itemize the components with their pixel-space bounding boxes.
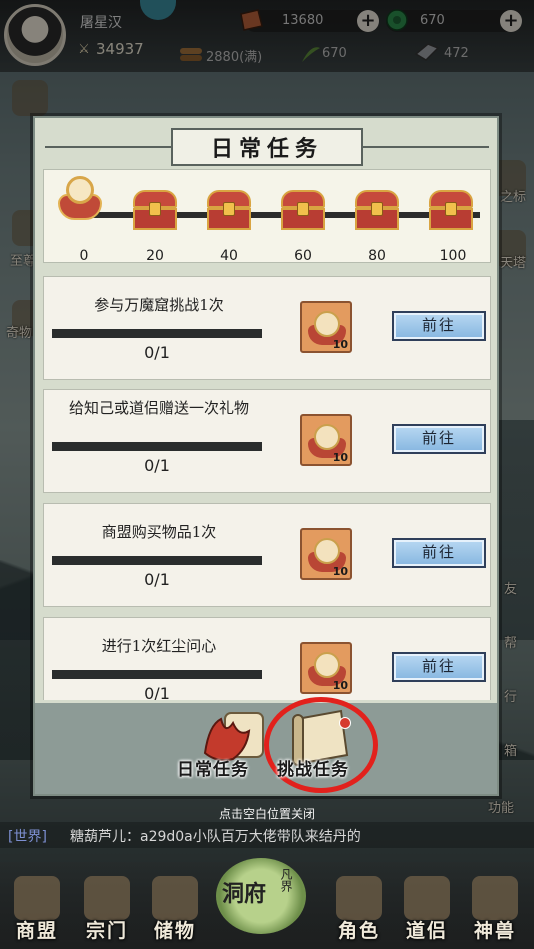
task-tab-bar: 日常任务 挑战任务 xyxy=(35,697,497,794)
nav-label: 神兽 xyxy=(473,920,516,942)
nav-shop[interactable]: 商盟 xyxy=(4,862,70,949)
title-rule-left xyxy=(45,146,171,148)
notification-dot xyxy=(339,717,351,729)
world-chat-bar[interactable]: [世界] 糖葫芦儿：a29d0a小队百万大佬带队来结丹的 xyxy=(0,822,534,848)
nav-partner[interactable]: 道侣 xyxy=(394,862,460,949)
task-name: 进行1次红尘问心 xyxy=(101,637,217,655)
go-button[interactable]: 前往 xyxy=(392,538,486,568)
reward-chest-icon[interactable] xyxy=(204,188,254,232)
reward-item[interactable]: 10 xyxy=(300,301,352,353)
task-row: 进行1次红尘问心 0/1 10 前往 xyxy=(43,617,491,700)
task-progress-bar xyxy=(52,670,262,679)
daily-task-dialog: 日常任务 0 20 40 60 80 100 参与万魔窟挑战1次 0/1 10 … xyxy=(33,116,499,796)
task-name: 商盟购买物品1次 xyxy=(101,523,217,541)
reward-count: 10 xyxy=(332,679,348,692)
title-rule-right xyxy=(363,146,489,148)
reward-chest-icon[interactable] xyxy=(426,188,476,232)
nav-label: 储物 xyxy=(153,920,196,942)
milestone-value: 20 xyxy=(146,248,164,264)
task-list[interactable]: 参与万魔窟挑战1次 0/1 10 前往 给知己或道侣赠送一次礼物 0/1 10 … xyxy=(43,276,491,700)
task-progress-bar xyxy=(52,556,262,565)
milestone-value: 80 xyxy=(368,248,386,264)
dialog-title: 日常任务 xyxy=(210,136,323,162)
nav-label: 商盟 xyxy=(15,920,58,942)
reward-chest-icon[interactable] xyxy=(352,188,402,232)
reward-count: 10 xyxy=(332,565,348,578)
task-row: 给知己或道侣赠送一次礼物 0/1 10 前往 xyxy=(43,389,491,493)
reward-count: 10 xyxy=(332,338,348,351)
task-progress-text: 0/1 xyxy=(144,570,170,589)
go-button[interactable]: 前往 xyxy=(392,652,486,682)
reward-chest-icon[interactable] xyxy=(130,188,180,232)
fox-icon xyxy=(472,876,518,920)
nav-label: 宗门 xyxy=(85,920,128,942)
nav-sect[interactable]: 宗门 xyxy=(74,862,140,949)
task-row: 商盟购买物品1次 0/1 10 前往 xyxy=(43,503,491,607)
task-row: 参与万魔窟挑战1次 0/1 10 前往 xyxy=(43,276,491,380)
nav-cave-label: 洞府 xyxy=(222,881,267,907)
task-progress-text: 0/1 xyxy=(144,343,170,362)
nav-realm-label: 凡界 xyxy=(279,868,293,892)
nav-character[interactable]: 角色 xyxy=(326,862,392,949)
task-progress-bar xyxy=(52,329,262,338)
task-name: 参与万魔窟挑战1次 xyxy=(94,296,224,314)
milestone-value: 0 xyxy=(79,248,89,264)
title-plate: 日常任务 xyxy=(171,128,363,166)
sect-icon xyxy=(84,876,130,920)
character-icon xyxy=(336,876,382,920)
activity-progress-panel: 0 20 40 60 80 100 xyxy=(43,169,491,264)
nav-storage[interactable]: 储物 xyxy=(142,862,208,949)
chat-message: 糖葫芦儿：a29d0a小队百万大佬带队来结丹的 xyxy=(70,829,361,845)
reward-count: 10 xyxy=(332,451,348,464)
nav-label: 道侣 xyxy=(405,920,448,942)
reward-chest-icon[interactable] xyxy=(278,188,328,232)
go-button[interactable]: 前往 xyxy=(392,311,486,341)
go-button[interactable]: 前往 xyxy=(392,424,486,454)
nav-cave[interactable]: 洞府 凡界 xyxy=(212,858,312,938)
partner-icon xyxy=(404,876,450,920)
close-hint: 点击空白位置关闭 xyxy=(218,807,315,821)
reward-item[interactable]: 10 xyxy=(300,414,352,466)
bag-icon xyxy=(152,876,198,920)
nav-label: 角色 xyxy=(337,920,380,942)
milestone-value: 40 xyxy=(220,248,238,264)
milestone-value: 60 xyxy=(294,248,312,264)
reward-item[interactable]: 10 xyxy=(300,528,352,580)
milestone-value: 100 xyxy=(439,248,467,264)
shop-icon xyxy=(14,876,60,920)
task-progress-text: 0/1 xyxy=(144,456,170,475)
chat-channel: [世界] xyxy=(8,829,47,845)
nav-beast[interactable]: 神兽 xyxy=(462,862,528,949)
tab-challenge-tasks[interactable]: 挑战任务 xyxy=(277,755,349,780)
reward-item[interactable]: 10 xyxy=(300,642,352,694)
task-name: 给知己或道侣赠送一次礼物 xyxy=(68,399,249,417)
activity-token-icon xyxy=(58,176,102,224)
task-progress-text: 0/1 xyxy=(144,684,170,700)
task-progress-bar xyxy=(52,442,262,451)
tab-daily-tasks[interactable]: 日常任务 xyxy=(177,755,249,780)
